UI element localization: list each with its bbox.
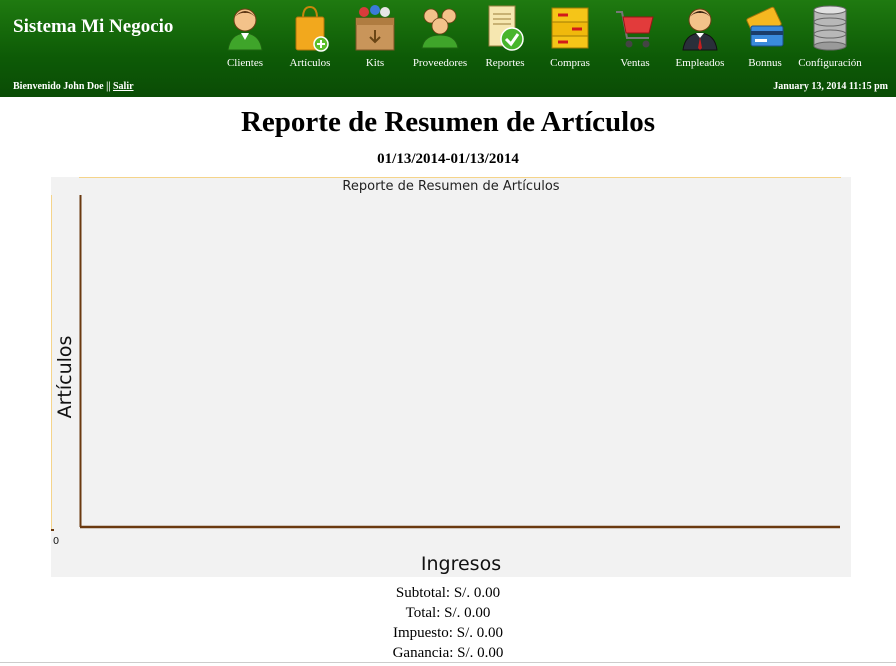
- nav-clientes[interactable]: Clientes: [210, 4, 280, 74]
- chart-title: Reporte de Resumen de Artículos: [342, 179, 559, 194]
- nav-empleados[interactable]: Empleados: [665, 4, 735, 74]
- report-date-range: 01/13/2014-01/13/2014: [377, 151, 519, 167]
- nav-configuracion[interactable]: Configuración: [795, 4, 865, 74]
- summary-chart: Reporte de Resumen de Artículos 0 Ingres…: [51, 177, 851, 577]
- items-bag-icon: [295, 5, 329, 52]
- tax-value: Impuesto: S/. 0.00: [392, 625, 503, 641]
- logout-link[interactable]: Salir: [113, 81, 134, 92]
- database-icon: [813, 5, 847, 51]
- nav-label: Compras: [550, 57, 590, 69]
- page-title: Reporte de Resumen de Artículos: [240, 106, 655, 138]
- nav-label: Ventas: [620, 57, 650, 69]
- app-title: Sistema Mi Negocio: [13, 16, 174, 37]
- y-axis-label: Artículos: [54, 336, 76, 419]
- profit-value: Ganancia: S/. 0.00: [392, 645, 504, 661]
- x-axis-label: Ingresos: [421, 553, 501, 575]
- nav-label: Clientes: [226, 57, 264, 69]
- x-tick-label: 0: [53, 536, 59, 547]
- nav-label: Kits: [365, 57, 385, 69]
- top-header: Sistema Mi Negocio Clientes Artículos Ki…: [0, 0, 896, 97]
- purchases-boxes-icon: [551, 7, 589, 49]
- employee-icon: [682, 8, 718, 51]
- nav-label: Bonnus: [748, 57, 782, 69]
- chart-background: [51, 177, 851, 577]
- nav-compras[interactable]: Compras: [535, 4, 605, 74]
- nav-label: Empleados: [675, 57, 725, 69]
- divider: [0, 662, 896, 663]
- cart-icon: [616, 11, 654, 48]
- cards-icon: [746, 6, 784, 47]
- total-value: Total: S/. 0.00: [405, 605, 491, 621]
- nav-label: Configuración: [798, 57, 862, 69]
- subtotal-value: Subtotal: S/. 0.00: [395, 585, 501, 601]
- nav-ventas[interactable]: Ventas: [600, 4, 670, 74]
- kits-box-icon: [355, 5, 395, 51]
- nav-proveedores[interactable]: Proveedores: [405, 4, 475, 74]
- nav-reportes[interactable]: Reportes: [470, 4, 540, 74]
- nav-kits[interactable]: Kits: [340, 4, 410, 74]
- nav-label: Artículos: [289, 57, 331, 69]
- nav-label: Reportes: [485, 57, 525, 69]
- suppliers-icon: [421, 8, 459, 49]
- customers-icon: [227, 8, 263, 51]
- nav-label: Proveedores: [412, 57, 468, 69]
- reports-icon: [488, 5, 524, 51]
- welcome-text: Bienvenido John Doe ||: [13, 81, 113, 92]
- report-totals: Subtotal: S/. 0.00 Total: S/. 0.00 Impue…: [0, 583, 896, 663]
- nav-bonnus[interactable]: Bonnus: [730, 4, 800, 74]
- welcome-message: Bienvenido John Doe || Salir: [13, 81, 134, 92]
- nav-articulos[interactable]: Artículos: [275, 4, 345, 74]
- current-datetime: January 13, 2014 11:15 pm: [773, 81, 888, 92]
